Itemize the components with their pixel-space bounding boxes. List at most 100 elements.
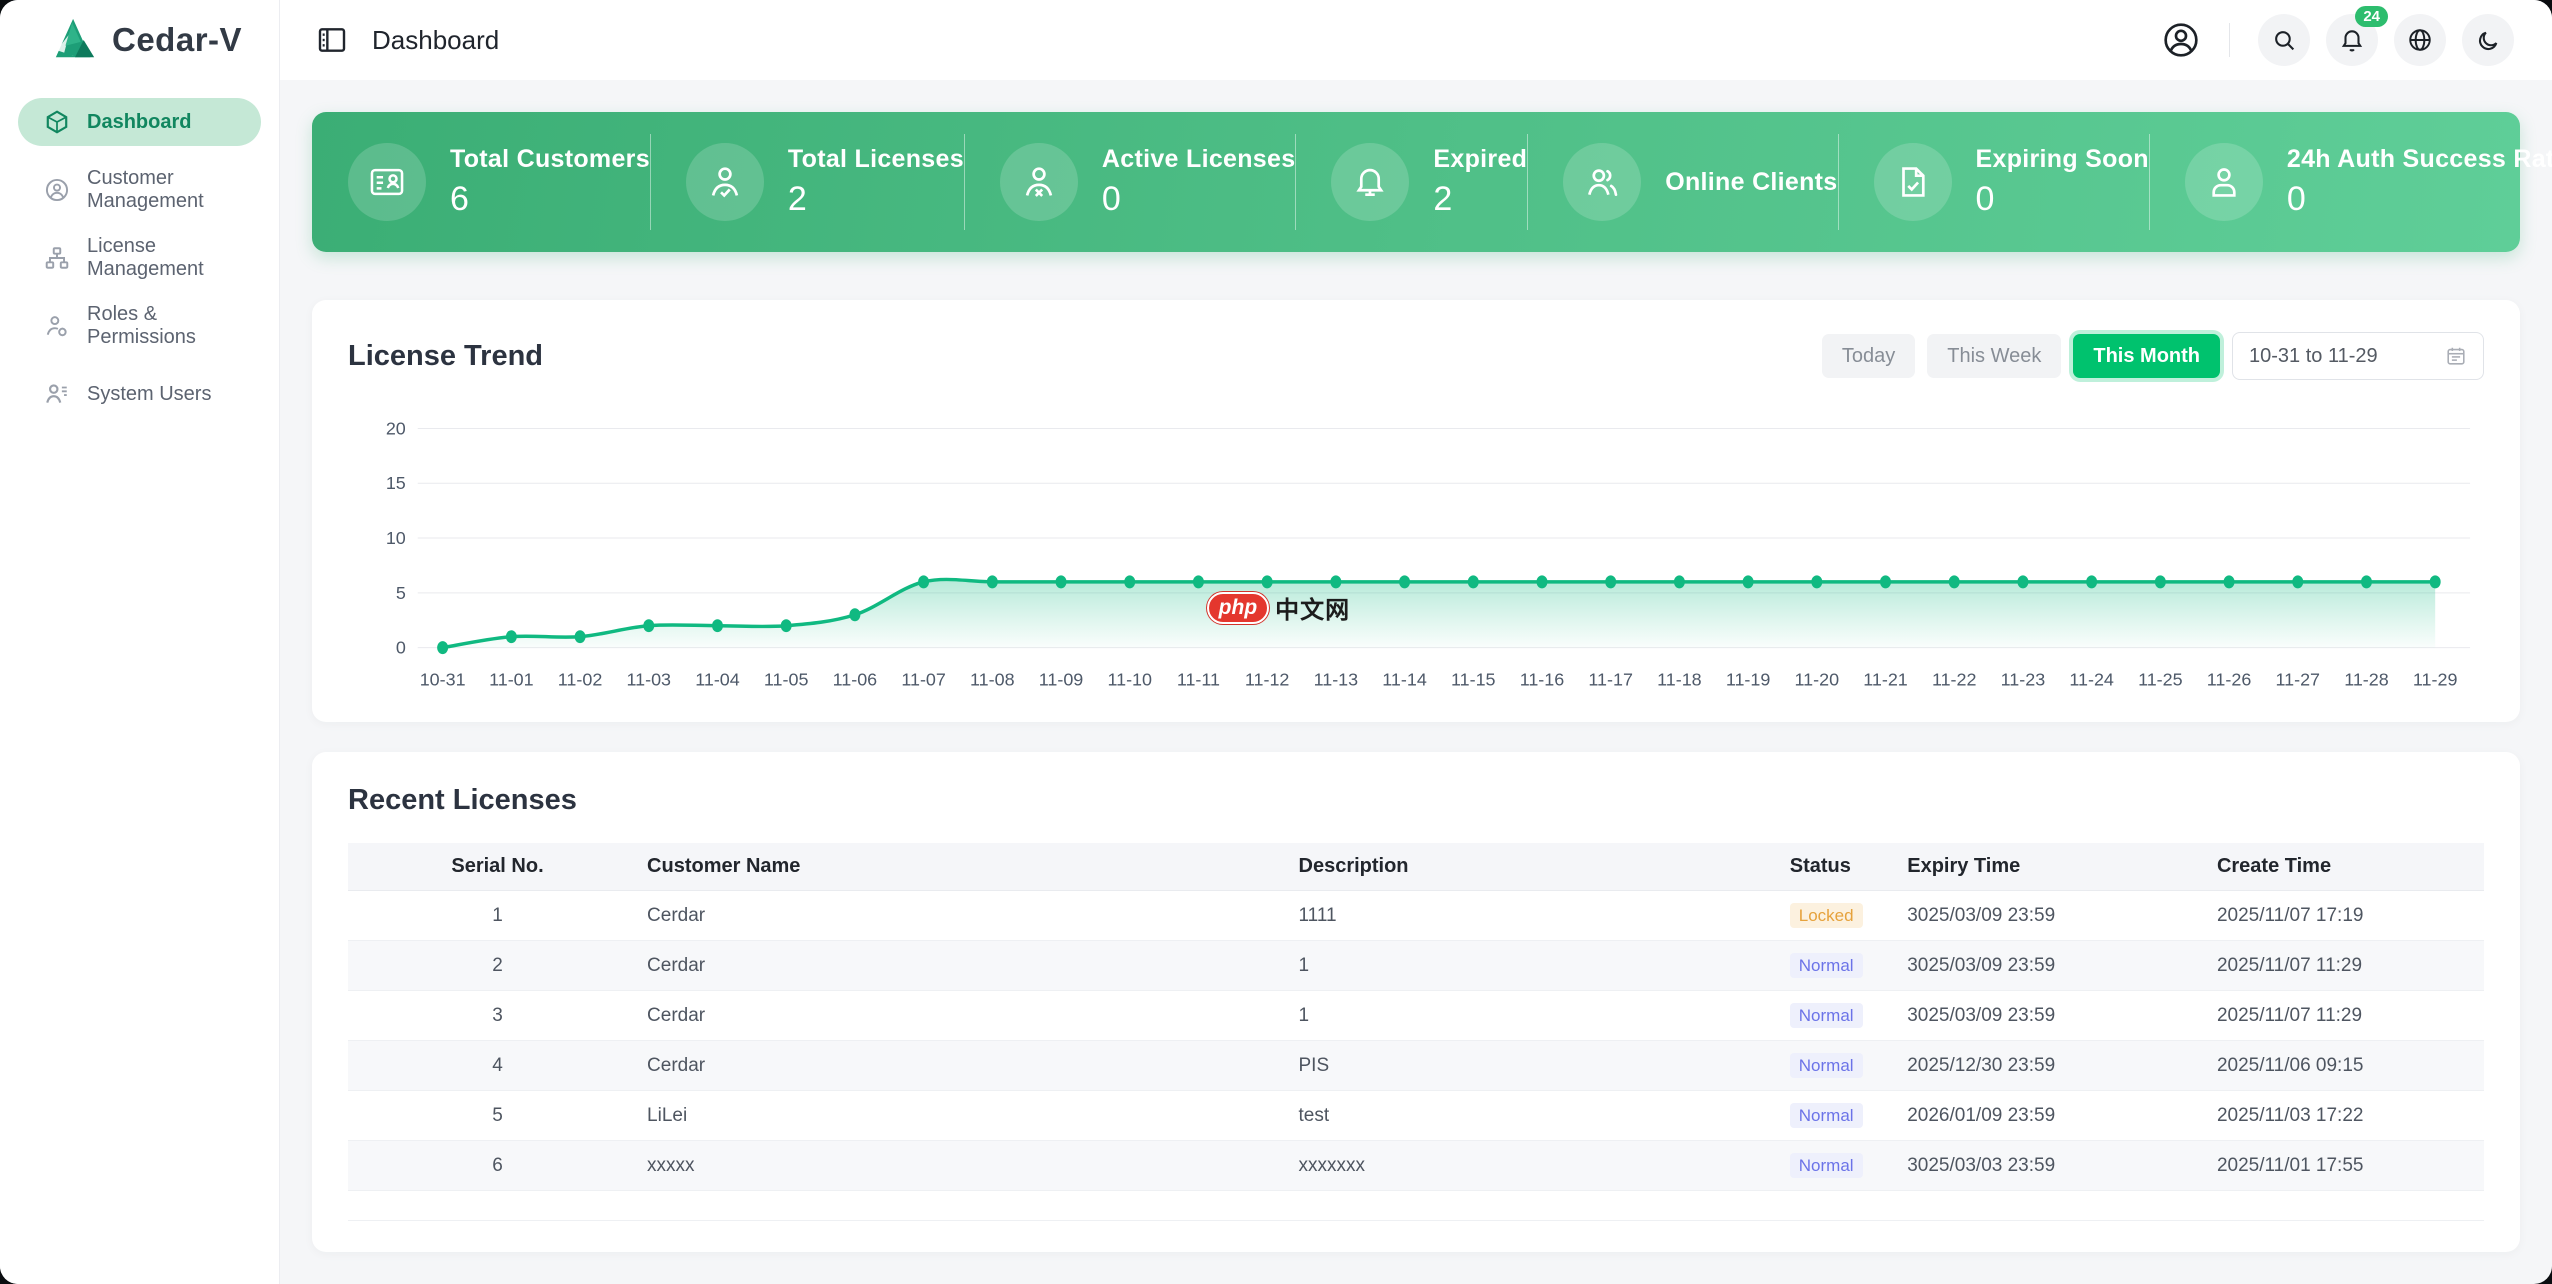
- table-row[interactable]: 2Cerdar1Normal3025/03/09 23:592025/11/07…: [348, 941, 2484, 991]
- sidebar-item-label: Dashboard: [87, 111, 191, 134]
- cell-description: 1: [1299, 955, 1790, 977]
- licenses-table: Serial No.Customer NameDescriptionStatus…: [348, 843, 2484, 1221]
- sidebar-item-roles-permissions[interactable]: Roles & Permissions: [18, 302, 261, 350]
- svg-text:11-04: 11-04: [695, 669, 740, 689]
- filter-today[interactable]: Today: [1822, 334, 1915, 378]
- stat-value: 2: [1433, 180, 1527, 219]
- cedar-logo-icon: [52, 17, 98, 63]
- svg-text:10: 10: [386, 528, 406, 548]
- sidebar-menu: Dashboard Customer Management License Mana…: [0, 80, 279, 418]
- svg-text:11-21: 11-21: [1863, 669, 1908, 689]
- cell-customer: Cerdar: [647, 1055, 1298, 1077]
- svg-text:11-27: 11-27: [2276, 669, 2321, 689]
- cell-created: 2025/11/07 11:29: [2217, 1005, 2484, 1027]
- svg-text:11-09: 11-09: [1039, 669, 1084, 689]
- table-row[interactable]: 3Cerdar1Normal3025/03/09 23:592025/11/07…: [348, 991, 2484, 1041]
- svg-text:11-24: 11-24: [2069, 669, 2114, 689]
- cell-customer: Cerdar: [647, 955, 1298, 977]
- header-divider: [2229, 23, 2230, 57]
- table-row[interactable]: 4CerdarPISNormal2025/12/30 23:592025/11/…: [348, 1041, 2484, 1091]
- language-globe-button[interactable]: [2394, 14, 2446, 66]
- table-footer-row: [348, 1191, 2484, 1221]
- cell-expiry: 3025/03/09 23:59: [1907, 905, 2217, 927]
- stat-label: Total Customers: [450, 145, 650, 174]
- cell-customer: Cerdar: [647, 905, 1298, 927]
- status-badge: Normal: [1790, 1103, 1863, 1128]
- svg-text:11-08: 11-08: [970, 669, 1015, 689]
- user-x-icon: [1000, 143, 1078, 221]
- col-header-expiry-time: Expiry Time: [1907, 855, 2217, 878]
- filter-this-month[interactable]: This Month: [2073, 334, 2220, 378]
- stat-online-clients: Online Clients: [1527, 112, 1837, 252]
- sidebar-item-customer-management[interactable]: Customer Management: [18, 166, 261, 214]
- col-header-create-time: Create Time: [2217, 855, 2484, 878]
- sidebar: Cedar-V DashboardCustomer ManagementLice…: [0, 0, 280, 1284]
- notifications-button[interactable]: 24: [2326, 14, 2378, 66]
- svg-text:11-12: 11-12: [1245, 669, 1290, 689]
- cell-serial: 5: [348, 1105, 647, 1127]
- col-header-serial-no-: Serial No.: [348, 855, 647, 878]
- dashboard-icon: [44, 109, 70, 135]
- svg-text:11-14: 11-14: [1382, 669, 1427, 689]
- sidebar-item-system-users[interactable]: System Users: [18, 370, 261, 418]
- cell-customer: xxxxx: [647, 1155, 1298, 1177]
- date-range-picker[interactable]: 10-31 to 11-29: [2232, 332, 2484, 380]
- svg-text:11-26: 11-26: [2207, 669, 2252, 689]
- stat-value: 2: [788, 180, 964, 219]
- cell-description: 1: [1299, 1005, 1790, 1027]
- stat-label: 24h Auth Success Rate: [2287, 145, 2552, 174]
- stat-label: Expired: [1433, 145, 1527, 174]
- license-trend-chart: 0510152010-3111-0111-0211-0311-0411-0511…: [348, 398, 2484, 703]
- cell-created: 2025/11/06 09:15: [2217, 1055, 2484, 1077]
- table-row[interactable]: 5LiLeitestNormal2026/01/09 23:592025/11/…: [348, 1091, 2484, 1141]
- svg-text:11-19: 11-19: [1726, 669, 1771, 689]
- cell-description: test: [1299, 1105, 1790, 1127]
- stat-value: 0: [1976, 180, 2149, 219]
- user-avatar-icon[interactable]: [2161, 20, 2201, 60]
- cell-serial: 4: [348, 1055, 647, 1077]
- stat-24h-auth-success-rate: 24h Auth Success Rate0: [2149, 112, 2552, 252]
- sidebar-item-dashboard[interactable]: Dashboard: [18, 98, 261, 146]
- svg-text:11-01: 11-01: [489, 669, 534, 689]
- trend-filter-group: Today This Week This Month 10-31 to 11-29: [1822, 332, 2484, 380]
- stat-label: Active Licenses: [1102, 145, 1296, 174]
- cell-created: 2025/11/07 17:19: [2217, 905, 2484, 927]
- user-check-icon: [686, 143, 764, 221]
- date-range-value: 10-31 to 11-29: [2249, 345, 2378, 368]
- search-button[interactable]: [2258, 14, 2310, 66]
- stat-active-licenses: Active Licenses0: [964, 112, 1296, 252]
- table-row[interactable]: 6xxxxxxxxxxxxNormal3025/03/03 23:592025/…: [348, 1141, 2484, 1191]
- svg-text:0: 0: [396, 638, 406, 658]
- stat-label: Expiring Soon: [1976, 145, 2149, 174]
- customer-icon: [44, 177, 70, 203]
- cell-serial: 6: [348, 1155, 647, 1177]
- svg-text:11-06: 11-06: [833, 669, 878, 689]
- system-users-icon: [44, 381, 70, 407]
- filter-this-week[interactable]: This Week: [1927, 334, 2061, 378]
- cell-created: 2025/11/07 11:29: [2217, 955, 2484, 977]
- dark-mode-toggle[interactable]: [2462, 14, 2514, 66]
- cell-expiry: 3025/03/09 23:59: [1907, 955, 2217, 977]
- table-row[interactable]: 1Cerdar1111Locked3025/03/09 23:592025/11…: [348, 891, 2484, 941]
- col-header-status: Status: [1790, 855, 1907, 878]
- recent-licenses-card: Recent Licenses Serial No.Customer NameD…: [312, 752, 2520, 1252]
- stat-expired: Expired 2: [1295, 112, 1527, 252]
- cell-expiry: 2026/01/09 23:59: [1907, 1105, 2217, 1127]
- stat-value: 6: [450, 180, 650, 219]
- sidebar-item-label: System Users: [87, 383, 211, 406]
- file-check-icon: [1874, 143, 1952, 221]
- sidebar-collapse-icon[interactable]: [316, 24, 348, 56]
- users-group-icon: [1563, 143, 1641, 221]
- id-card-icon: [348, 143, 426, 221]
- sidebar-item-label: Customer Management: [87, 167, 261, 213]
- svg-text:11-05: 11-05: [764, 669, 809, 689]
- sidebar-item-license-management[interactable]: License Management: [18, 234, 261, 282]
- svg-text:11-16: 11-16: [1520, 669, 1565, 689]
- svg-text:11-29: 11-29: [2413, 669, 2458, 689]
- svg-text:20: 20: [386, 418, 406, 438]
- sidebar-item-label: License Management: [87, 235, 261, 281]
- calendar-icon: [2445, 345, 2467, 367]
- recent-licenses-title: Recent Licenses: [348, 784, 2484, 817]
- svg-text:10-31: 10-31: [420, 669, 466, 689]
- svg-text:11-13: 11-13: [1314, 669, 1359, 689]
